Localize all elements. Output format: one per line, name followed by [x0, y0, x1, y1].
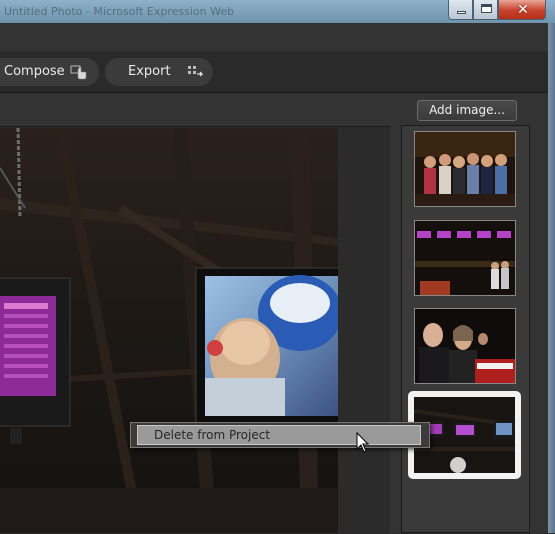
bowling-alley-main-image	[0, 128, 338, 533]
hand-pointer-icon[interactable]	[70, 64, 88, 80]
close-icon: ✕	[517, 2, 529, 18]
delete-from-project-menu-item[interactable]: Delete from Project	[137, 425, 421, 445]
minimize-icon	[457, 11, 466, 14]
thumbnail-3[interactable]	[414, 308, 516, 384]
close-button[interactable]: ✕	[498, 0, 546, 20]
window-title: Untitled Photo - Microsoft Expression We…	[4, 5, 235, 18]
couple-portrait-photo	[415, 309, 515, 383]
thumbnail-1[interactable]	[414, 131, 516, 207]
compose-label[interactable]: Compose	[4, 64, 65, 80]
thumbnail-2[interactable]	[414, 220, 516, 296]
export-grid-icon[interactable]	[186, 64, 204, 80]
window-edge	[548, 23, 555, 533]
group-of-friends-photo	[415, 132, 515, 206]
maximize-button[interactable]	[473, 0, 498, 20]
minimize-button[interactable]	[448, 0, 473, 20]
export-label[interactable]: Export	[128, 64, 171, 80]
bowling-alley-lanes-photo	[415, 221, 515, 295]
mouse-pointer-icon	[356, 432, 370, 453]
maximize-icon	[481, 4, 492, 13]
main-photo[interactable]	[0, 128, 338, 533]
add-image-button[interactable]: Add image...	[417, 100, 517, 121]
